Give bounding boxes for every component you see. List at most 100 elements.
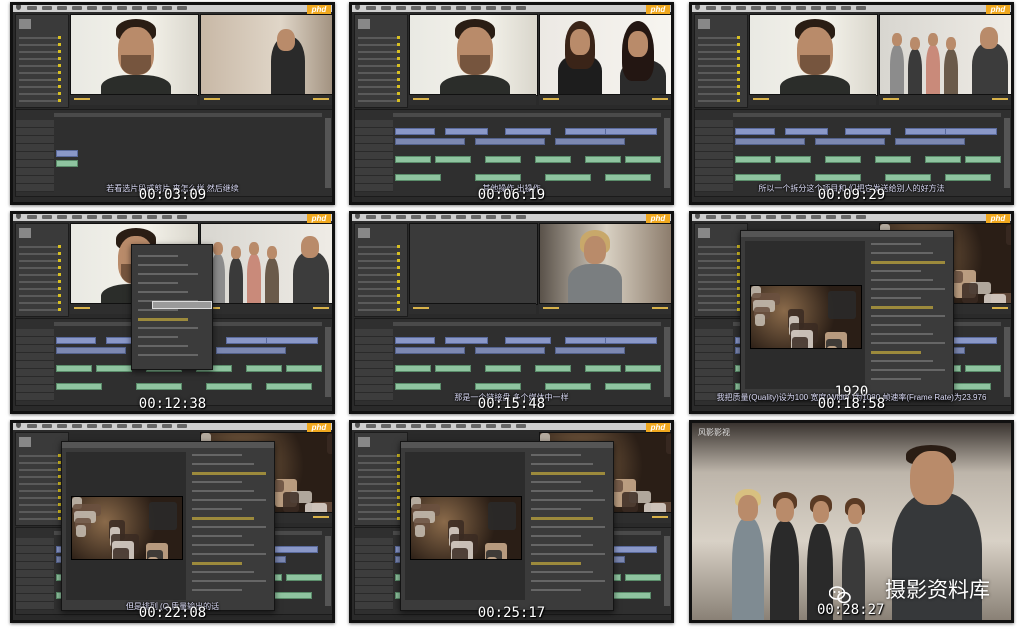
- video-thumbnail-2[interactable]: phd 其他操作 出操作 00:06:19: [349, 2, 674, 205]
- audio-clip[interactable]: [56, 160, 78, 167]
- video-thumbnail-1[interactable]: phd 若看选片段或剪片 来怎么样 然后继续 00:03:09: [10, 2, 335, 205]
- source-transport[interactable]: [409, 303, 536, 314]
- audio-clip[interactable]: [945, 174, 991, 181]
- audio-clip[interactable]: [266, 383, 312, 390]
- audio-clip[interactable]: [625, 574, 661, 581]
- source-transport[interactable]: [70, 94, 197, 105]
- audio-clip[interactable]: [96, 365, 132, 372]
- audio-clip[interactable]: [395, 174, 441, 181]
- video-clip[interactable]: [785, 128, 828, 135]
- audio-clip[interactable]: [136, 383, 182, 390]
- timeline-scrollbar[interactable]: [664, 118, 670, 188]
- audio-clip[interactable]: [435, 156, 471, 163]
- video-clip[interactable]: [216, 347, 286, 354]
- project-panel[interactable]: [15, 14, 69, 108]
- audio-clip[interactable]: [605, 174, 651, 181]
- menu-dialog[interactable]: [131, 244, 213, 370]
- timeline-scrollbar[interactable]: [325, 327, 331, 397]
- audio-clip[interactable]: [206, 383, 252, 390]
- apple-icon[interactable]: [695, 214, 700, 219]
- menu-bar[interactable]: [13, 214, 332, 221]
- audio-clip[interactable]: [825, 156, 861, 163]
- video-clip[interactable]: [895, 138, 965, 145]
- timeline-scrollbar[interactable]: [664, 327, 670, 397]
- program-transport[interactable]: [879, 94, 1011, 105]
- dialog-title-bar[interactable]: [62, 442, 274, 448]
- audio-clip[interactable]: [735, 156, 771, 163]
- video-clip[interactable]: [555, 347, 625, 354]
- project-panel[interactable]: [15, 223, 69, 317]
- video-clip[interactable]: [395, 337, 435, 344]
- menu-bar[interactable]: [13, 5, 332, 12]
- video-thumbnail-3[interactable]: phd 所以一个拆分这个项目和 们把它发送给别人的好方法 00:09:29: [689, 2, 1014, 205]
- audio-clip[interactable]: [395, 156, 431, 163]
- video-thumbnail-5[interactable]: phd 那是一个链接盘 多个媒体中一样 00:15:48: [349, 211, 674, 414]
- audio-clip[interactable]: [585, 156, 621, 163]
- program-transport[interactable]: [200, 94, 332, 105]
- video-clip[interactable]: [735, 128, 775, 135]
- video-clip[interactable]: [445, 337, 488, 344]
- audio-clip[interactable]: [56, 365, 92, 372]
- menu-bar[interactable]: [352, 423, 671, 430]
- menu-bar[interactable]: [692, 214, 1011, 221]
- timeline-ruler[interactable]: [733, 113, 1001, 117]
- audio-clip[interactable]: [965, 156, 1001, 163]
- program-transport[interactable]: [200, 303, 332, 314]
- video-clip[interactable]: [475, 347, 545, 354]
- video-clip[interactable]: [945, 128, 997, 135]
- audio-clip[interactable]: [625, 156, 661, 163]
- source-transport[interactable]: [409, 94, 536, 105]
- audio-clip[interactable]: [545, 174, 591, 181]
- export-settings-dialog[interactable]: [740, 230, 954, 400]
- dialog-title-bar[interactable]: [741, 231, 953, 237]
- video-clip[interactable]: [56, 337, 96, 344]
- audio-clip[interactable]: [485, 156, 521, 163]
- apple-icon[interactable]: [695, 5, 700, 10]
- menu-bar[interactable]: [692, 5, 1011, 12]
- project-panel[interactable]: [694, 14, 748, 108]
- audio-clip[interactable]: [246, 365, 282, 372]
- timeline-scrollbar[interactable]: [325, 536, 331, 606]
- apple-icon[interactable]: [16, 214, 21, 219]
- video-thumbnail-6[interactable]: phd 1920 我把质量(Quality)设为100 宽度(Width )为108…: [689, 211, 1014, 414]
- video-clip[interactable]: [56, 347, 126, 354]
- video-clip[interactable]: [605, 337, 657, 344]
- video-clip[interactable]: [56, 150, 78, 157]
- audio-clip[interactable]: [875, 156, 911, 163]
- audio-clip[interactable]: [286, 365, 322, 372]
- video-clip[interactable]: [395, 128, 435, 135]
- audio-clip[interactable]: [395, 365, 431, 372]
- timeline-ruler[interactable]: [393, 113, 661, 117]
- audio-clip[interactable]: [585, 365, 621, 372]
- audio-clip[interactable]: [475, 174, 521, 181]
- audio-clip[interactable]: [535, 156, 571, 163]
- timeline-ruler[interactable]: [393, 322, 661, 326]
- export-settings-dialog[interactable]: [61, 441, 275, 611]
- audio-clip[interactable]: [625, 365, 661, 372]
- video-clip[interactable]: [445, 128, 488, 135]
- video-clip[interactable]: [475, 138, 545, 145]
- timeline-scrollbar[interactable]: [1004, 118, 1010, 188]
- program-transport[interactable]: [539, 94, 671, 105]
- audio-clip[interactable]: [56, 383, 102, 390]
- video-clip[interactable]: [845, 128, 891, 135]
- apple-icon[interactable]: [355, 5, 360, 10]
- program-transport[interactable]: [539, 303, 671, 314]
- video-clip[interactable]: [395, 138, 465, 145]
- apple-icon[interactable]: [355, 423, 360, 428]
- audio-clip[interactable]: [475, 383, 521, 390]
- video-clip[interactable]: [555, 138, 625, 145]
- audio-clip[interactable]: [605, 383, 651, 390]
- video-clip[interactable]: [505, 128, 551, 135]
- menu-bar[interactable]: [352, 5, 671, 12]
- video-clip[interactable]: [266, 337, 318, 344]
- project-panel[interactable]: [354, 223, 408, 317]
- menu-bar[interactable]: [352, 214, 671, 221]
- dialog-title-bar[interactable]: [401, 442, 613, 448]
- audio-clip[interactable]: [286, 574, 322, 581]
- video-clip[interactable]: [605, 128, 657, 135]
- timeline-scrollbar[interactable]: [325, 118, 331, 188]
- source-transport[interactable]: [749, 94, 876, 105]
- timeline-ruler[interactable]: [54, 113, 322, 117]
- video-clip[interactable]: [395, 347, 465, 354]
